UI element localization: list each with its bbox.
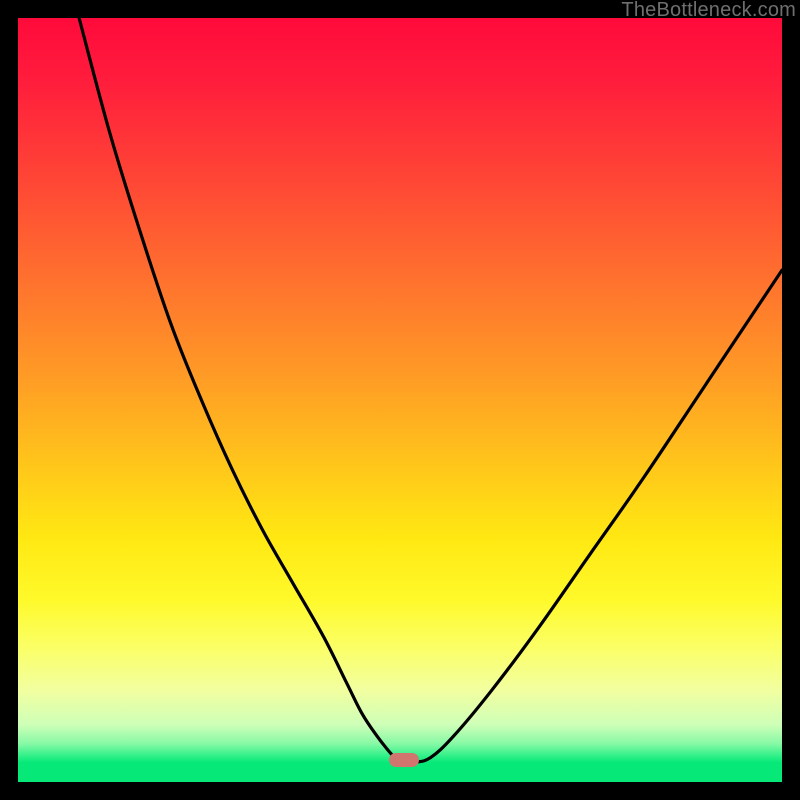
plot-wrap bbox=[18, 18, 782, 782]
bottleneck-curve bbox=[79, 18, 782, 763]
chart-frame: TheBottleneck.com bbox=[0, 0, 800, 800]
optimal-marker bbox=[389, 753, 419, 767]
curve-svg bbox=[18, 18, 782, 782]
